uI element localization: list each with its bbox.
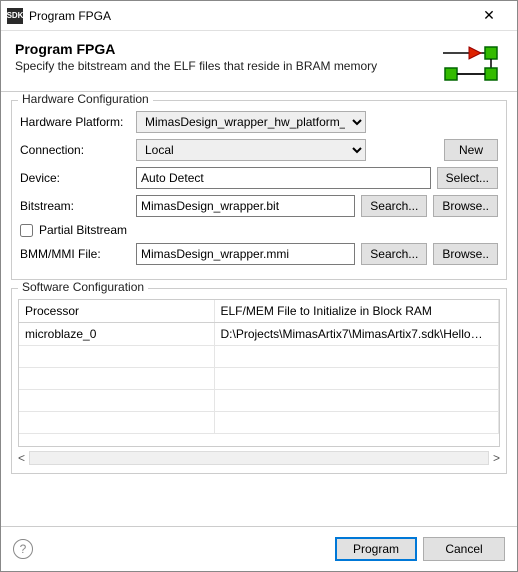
table-row bbox=[19, 412, 499, 434]
close-button[interactable]: ✕ bbox=[469, 1, 509, 31]
col-elf[interactable]: ELF/MEM File to Initialize in Block RAM bbox=[214, 300, 499, 323]
bitstream-label: Bitstream: bbox=[20, 199, 130, 213]
table-row bbox=[19, 346, 499, 368]
cancel-button[interactable]: Cancel bbox=[423, 537, 505, 561]
hardware-platform-label: Hardware Platform: bbox=[20, 115, 130, 129]
partial-bitstream-checkbox[interactable] bbox=[20, 224, 33, 237]
hardware-config-group: Hardware Configuration Hardware Platform… bbox=[11, 100, 507, 280]
partial-bitstream-label: Partial Bitstream bbox=[39, 223, 127, 237]
bitstream-browse-button[interactable]: Browse.. bbox=[433, 195, 498, 217]
table-row[interactable]: microblaze_0 D:\Projects\MimasArtix7\Mim… bbox=[19, 323, 499, 346]
sdk-icon: SDK bbox=[7, 8, 23, 24]
titlebar: SDK Program FPGA ✕ bbox=[1, 1, 517, 31]
table-row bbox=[19, 390, 499, 412]
device-input[interactable] bbox=[136, 167, 431, 189]
help-icon[interactable]: ? bbox=[13, 539, 33, 559]
page-subtitle: Specify the bitstream and the ELF files … bbox=[15, 59, 433, 73]
bmm-browse-button[interactable]: Browse.. bbox=[433, 243, 498, 265]
software-config-table-wrap: Processor ELF/MEM File to Initialize in … bbox=[18, 299, 500, 447]
page-title: Program FPGA bbox=[15, 41, 433, 57]
connection-select[interactable]: Local bbox=[136, 139, 366, 161]
cell-elf: D:\Projects\MimasArtix7\MimasArtix7.sdk\… bbox=[214, 323, 499, 346]
col-processor[interactable]: Processor bbox=[19, 300, 214, 323]
table-row bbox=[19, 368, 499, 390]
content-area: Hardware Configuration Hardware Platform… bbox=[1, 92, 517, 526]
bitstream-search-button[interactable]: Search... bbox=[361, 195, 427, 217]
bmm-input[interactable] bbox=[136, 243, 355, 265]
scroll-track[interactable] bbox=[29, 451, 489, 465]
cell-processor: microblaze_0 bbox=[19, 323, 214, 346]
device-select-button[interactable]: Select... bbox=[437, 167, 498, 189]
fpga-flow-icon bbox=[441, 41, 503, 83]
software-config-legend: Software Configuration bbox=[18, 280, 148, 294]
scroll-left-icon[interactable]: < bbox=[18, 451, 25, 465]
program-button[interactable]: Program bbox=[335, 537, 417, 561]
device-label: Device: bbox=[20, 171, 130, 185]
bitstream-input[interactable] bbox=[136, 195, 355, 217]
connection-label: Connection: bbox=[20, 143, 130, 157]
hardware-platform-select[interactable]: MimasDesign_wrapper_hw_platform_0 bbox=[136, 111, 366, 133]
dialog-footer: ? Program Cancel bbox=[1, 526, 517, 571]
dialog-header: Program FPGA Specify the bitstream and t… bbox=[1, 31, 517, 92]
bmm-search-button[interactable]: Search... bbox=[361, 243, 427, 265]
software-config-group: Software Configuration Processor ELF/MEM… bbox=[11, 288, 507, 474]
connection-new-button[interactable]: New bbox=[444, 139, 498, 161]
bmm-label: BMM/MMI File: bbox=[20, 247, 130, 261]
software-config-table[interactable]: Processor ELF/MEM File to Initialize in … bbox=[19, 300, 499, 434]
window-title: Program FPGA bbox=[29, 9, 463, 23]
scroll-right-icon[interactable]: > bbox=[493, 451, 500, 465]
horizontal-scrollbar[interactable]: < > bbox=[18, 449, 500, 467]
hardware-config-legend: Hardware Configuration bbox=[18, 92, 153, 106]
